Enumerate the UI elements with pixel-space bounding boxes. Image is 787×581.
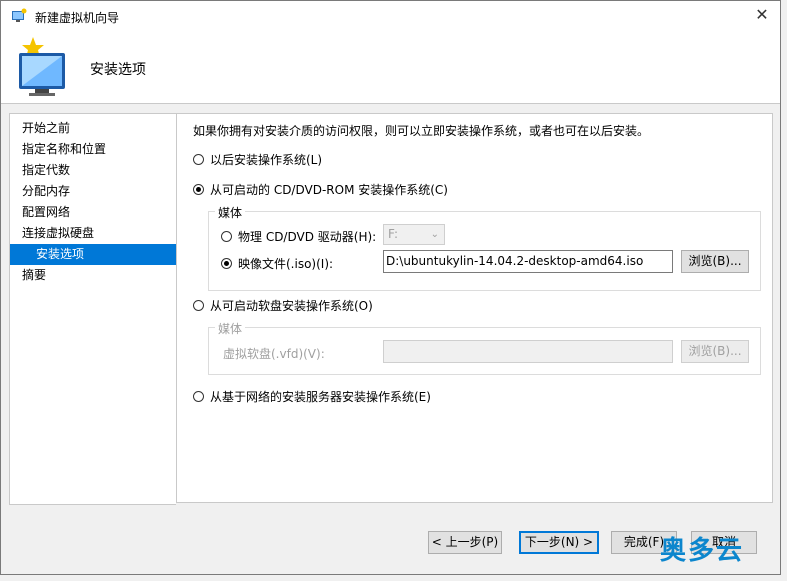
wizard-window: 新建虚拟机向导 ✕ 安装选项 开始之前 指定名称和位置 指定代数 分配内存 配置… bbox=[0, 0, 781, 575]
option-install-later[interactable]: 以后安装操作系统(L) bbox=[193, 151, 322, 168]
image-file-label: 映像文件(.iso)(I): bbox=[238, 257, 334, 271]
cd-media-group-label: 媒体 bbox=[215, 204, 246, 221]
option-physical-drive[interactable]: 物理 CD/DVD 驱动器(H): bbox=[221, 228, 376, 245]
option-image-file[interactable]: 映像文件(.iso)(I): bbox=[221, 255, 333, 272]
physical-drive-value: F: bbox=[388, 227, 399, 241]
nav-item-virtual-disk[interactable]: 连接虚拟硬盘 bbox=[10, 223, 176, 244]
new-vm-wizard-icon bbox=[19, 37, 65, 96]
radio-install-network[interactable] bbox=[193, 391, 204, 402]
previous-button[interactable]: < 上一步(P) bbox=[428, 531, 502, 554]
radio-install-floppy[interactable] bbox=[193, 300, 204, 311]
image-file-path-input[interactable]: D:\ubuntukylin-14.04.2-desktop-amd64.iso bbox=[383, 250, 673, 273]
radio-install-cd[interactable] bbox=[193, 184, 204, 195]
nav-item-memory[interactable]: 分配内存 bbox=[10, 181, 176, 202]
install-description: 如果你拥有对安装介质的访问权限，则可以立即安装操作系统，或者也可在以后安装。 bbox=[193, 124, 650, 138]
option-install-cd-label: 从可启动的 CD/DVD-ROM 安装操作系统(C) bbox=[210, 183, 448, 197]
physical-drive-label: 物理 CD/DVD 驱动器(H): bbox=[238, 230, 377, 244]
option-install-network[interactable]: 从基于网络的安装服务器安装操作系统(E) bbox=[193, 388, 431, 405]
close-icon[interactable]: ✕ bbox=[752, 5, 772, 25]
nav-item-summary[interactable]: 摘要 bbox=[10, 265, 176, 286]
physical-drive-select[interactable]: F: ⌄ bbox=[383, 224, 445, 245]
page-title: 安装选项 bbox=[90, 62, 146, 78]
nav-item-name-location[interactable]: 指定名称和位置 bbox=[10, 139, 176, 160]
image-browse-button[interactable]: 浏览(B)... bbox=[681, 250, 749, 273]
wizard-nav: 开始之前 指定名称和位置 指定代数 分配内存 配置网络 连接虚拟硬盘 安装选项 … bbox=[9, 113, 176, 505]
floppy-media-group-label: 媒体 bbox=[215, 320, 246, 337]
floppy-browse-button[interactable]: 浏览(B)... bbox=[681, 340, 749, 363]
nav-item-install-options[interactable]: 安装选项 bbox=[10, 244, 176, 265]
radio-install-later[interactable] bbox=[193, 154, 204, 165]
window-title: 新建虚拟机向导 bbox=[35, 11, 120, 25]
virtual-floppy-label: 虚拟软盘(.vfd)(V): bbox=[223, 347, 325, 361]
option-install-floppy-label: 从可启动软盘安装操作系统(O) bbox=[210, 299, 373, 313]
option-install-floppy[interactable]: 从可启动软盘安装操作系统(O) bbox=[193, 297, 373, 314]
install-options-panel: 如果你拥有对安装介质的访问权限，则可以立即安装操作系统，或者也可在以后安装。 以… bbox=[176, 113, 773, 503]
option-install-later-label: 以后安装操作系统(L) bbox=[210, 153, 323, 167]
wizard-header: 安装选项 bbox=[1, 31, 780, 104]
radio-image-file[interactable] bbox=[221, 258, 232, 269]
nav-item-before-you-begin[interactable]: 开始之前 bbox=[10, 118, 176, 139]
radio-physical-drive[interactable] bbox=[221, 231, 232, 242]
next-button[interactable]: 下一步(N) > bbox=[519, 531, 599, 554]
virtual-floppy-path-input[interactable] bbox=[383, 340, 673, 363]
nav-item-network[interactable]: 配置网络 bbox=[10, 202, 176, 223]
hyperv-app-icon bbox=[12, 8, 27, 22]
title-bar: 新建虚拟机向导 ✕ bbox=[1, 1, 780, 31]
option-install-network-label: 从基于网络的安装服务器安装操作系统(E) bbox=[210, 390, 431, 404]
nav-item-generation[interactable]: 指定代数 bbox=[10, 160, 176, 181]
watermark-logo: 奥多云 bbox=[660, 536, 745, 566]
chevron-down-icon: ⌄ bbox=[430, 229, 439, 240]
option-install-cd[interactable]: 从可启动的 CD/DVD-ROM 安装操作系统(C) bbox=[193, 181, 448, 198]
